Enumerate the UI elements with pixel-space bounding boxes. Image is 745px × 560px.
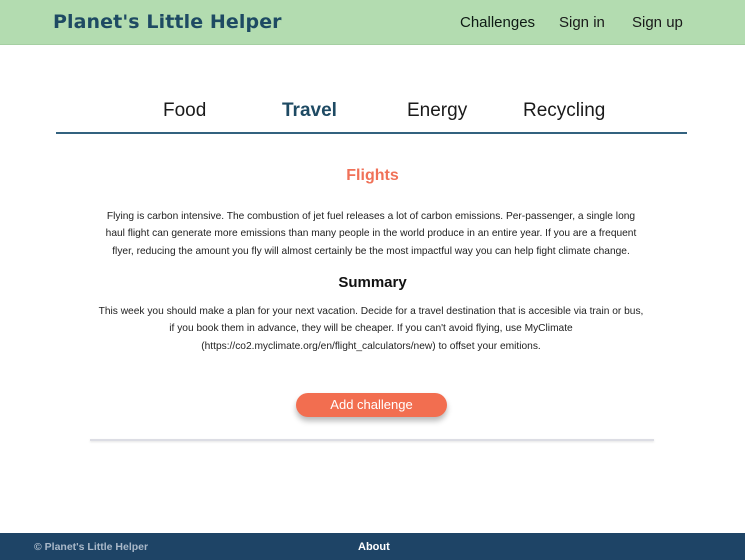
intro-paragraph: Flying is carbon intensive. The combusti… [105, 211, 637, 257]
top-navbar: Planet's Little Helper Challenges Sign i… [0, 0, 745, 45]
summary-paragraph: This week you should make a plan for you… [98, 306, 644, 352]
footer-copyright: © Planet's Little Helper [34, 541, 149, 553]
tab-travel[interactable]: Travel [282, 100, 337, 122]
nav-sign-in-link[interactable]: Sign in [559, 14, 605, 31]
summary-heading: Summary [338, 274, 407, 291]
challenge-heading: Flights [346, 167, 399, 184]
tab-food[interactable]: Food [163, 100, 206, 122]
tab-recycling[interactable]: Recycling [523, 100, 605, 122]
add-challenge-button[interactable]: Add challenge [296, 393, 447, 417]
brand-logo-text[interactable]: Planet's Little Helper [53, 11, 282, 33]
footer-about-link[interactable]: About [358, 541, 390, 553]
category-tabs: Food Travel Energy Recycling [56, 96, 687, 134]
nav-challenges-link[interactable]: Challenges [460, 14, 535, 31]
footer: © Planet's Little Helper About [0, 533, 745, 560]
tab-energy[interactable]: Energy [407, 100, 467, 122]
nav-sign-up-link[interactable]: Sign up [632, 14, 683, 31]
section-divider [90, 439, 654, 441]
